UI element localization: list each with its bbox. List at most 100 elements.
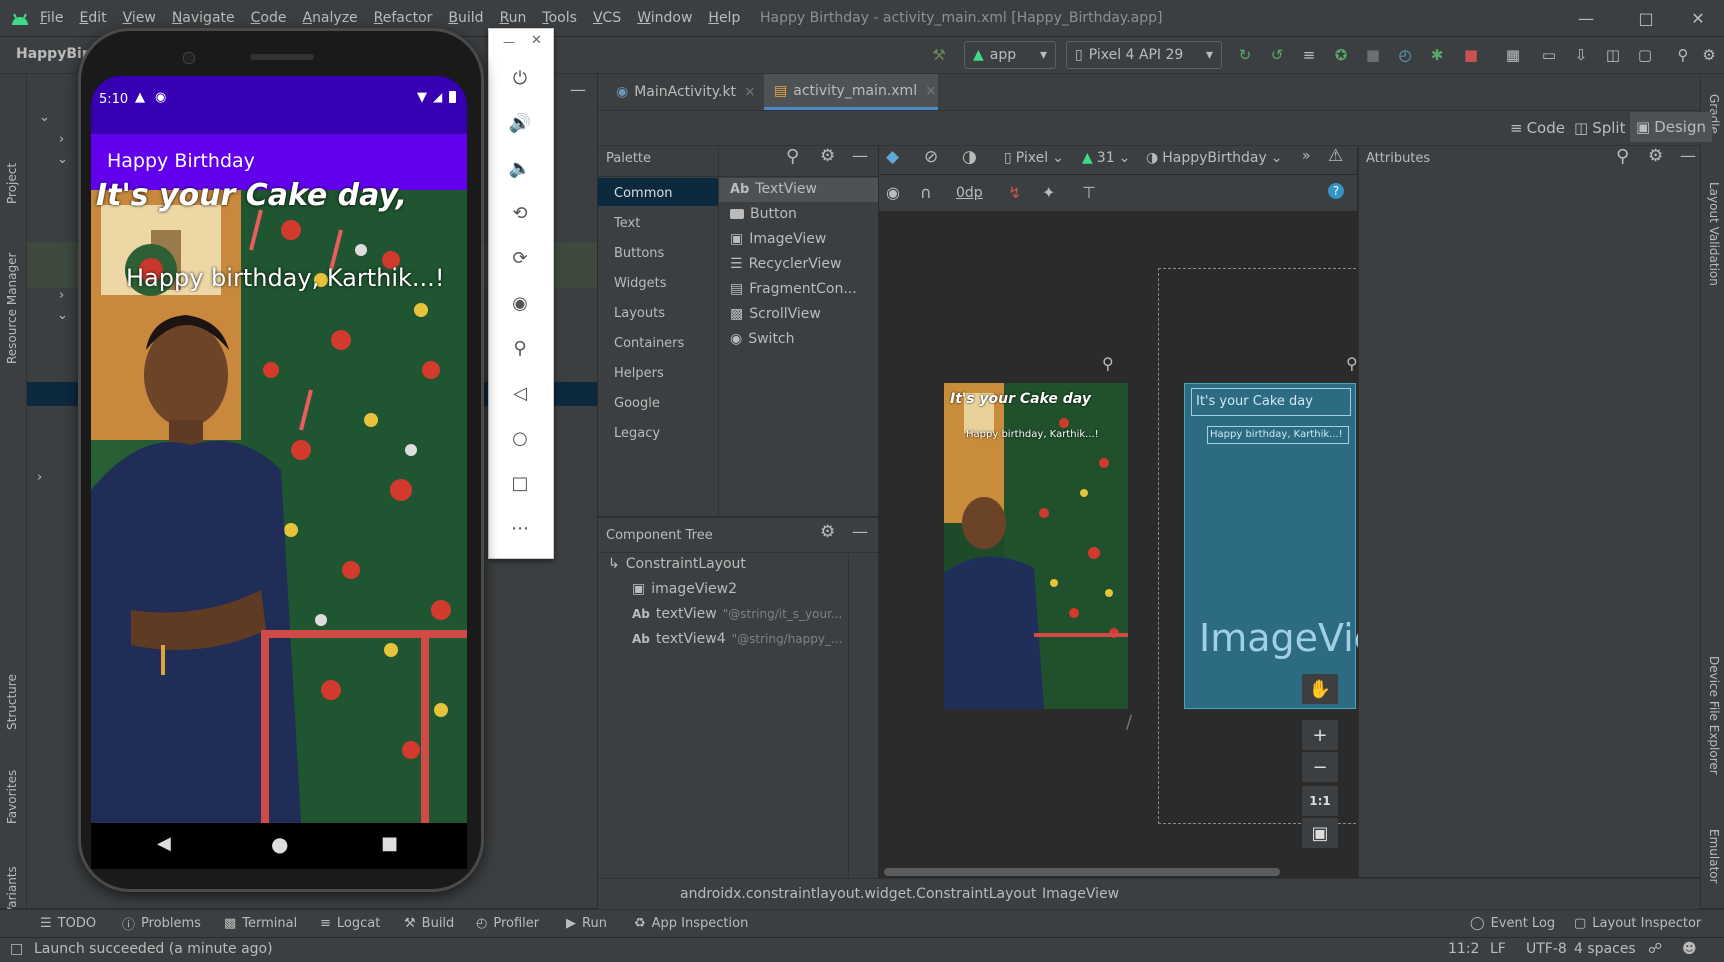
logcat-tool-button[interactable]: ≡ Logcat bbox=[320, 909, 380, 937]
rotate-right-icon[interactable]: ⟳ bbox=[506, 244, 534, 272]
search-icon[interactable]: ⚲ bbox=[1670, 42, 1696, 68]
menu-edit[interactable]: Edit bbox=[71, 0, 114, 36]
back-icon[interactable]: ◁ bbox=[506, 379, 534, 407]
app-inspection-tool-button[interactable]: ♻ App Inspection bbox=[634, 909, 748, 937]
layout-validation-tool-tab[interactable]: Layout Validation bbox=[1707, 182, 1721, 286]
more-options-icon[interactable]: ⋯ bbox=[506, 514, 534, 542]
resource-manager-tool-tab[interactable]: Resource Manager bbox=[5, 253, 19, 364]
run-config-select[interactable]: ▲ app ▾ bbox=[964, 41, 1056, 69]
indent-setting[interactable]: 4 spaces bbox=[1574, 937, 1636, 961]
gear-icon[interactable]: ⚙ bbox=[820, 146, 835, 166]
horizontal-scrollbar[interactable] bbox=[884, 868, 1280, 876]
tree-node-textview4[interactable]: Ab textView4 "@string/happy_... bbox=[632, 631, 842, 647]
code-mode-button[interactable]: ≡ Code bbox=[1510, 114, 1565, 142]
hide-icon[interactable]: — bbox=[852, 146, 868, 165]
chevron-down-icon[interactable]: ⌄ bbox=[39, 110, 50, 125]
palette-category-widgets[interactable]: Widgets bbox=[614, 276, 667, 291]
tab-activity-main[interactable]: ▤ activity_main.xml × bbox=[764, 74, 938, 110]
palette-item-imageview[interactable]: ▣ ImageView bbox=[730, 231, 826, 247]
settings-icon[interactable]: ⚙ bbox=[1696, 42, 1722, 68]
breadcrumb-leaf[interactable]: ImageView bbox=[1042, 886, 1119, 902]
chevron-right-icon[interactable]: › bbox=[37, 470, 42, 485]
chevron-right-icon[interactable]: › bbox=[59, 288, 64, 303]
caret-position[interactable]: 11:2 bbox=[1448, 937, 1479, 961]
tree-node-constraintlayout[interactable]: ↳ ConstraintLayout bbox=[608, 556, 746, 572]
project-tool-tab[interactable]: Project bbox=[5, 163, 19, 204]
palette-category-common[interactable]: Common bbox=[614, 186, 673, 201]
project-structure-icon[interactable]: ▦ bbox=[1500, 42, 1526, 68]
maximize-button[interactable]: □ bbox=[1620, 0, 1672, 36]
run-tool-button[interactable]: ▶ Run bbox=[566, 909, 607, 937]
hide-icon[interactable]: — bbox=[852, 522, 868, 541]
palette-item-switch[interactable]: ◉ Switch bbox=[730, 331, 795, 347]
more-icon[interactable]: » bbox=[1302, 148, 1311, 164]
stop-icon[interactable]: ■ bbox=[1458, 42, 1484, 68]
camera-icon[interactable]: ◉ bbox=[506, 289, 534, 317]
hide-icon[interactable]: — bbox=[1680, 146, 1696, 165]
night-mode-icon[interactable]: ◑ bbox=[962, 147, 977, 167]
zoom-icon[interactable]: ⚲ bbox=[506, 334, 534, 362]
zoom-in-button[interactable]: + bbox=[1302, 720, 1338, 750]
favorites-tool-tab[interactable]: Favorites bbox=[5, 770, 19, 824]
palette-item-button[interactable]: Button bbox=[730, 206, 797, 222]
terminal-tool-button[interactable]: ▩ Terminal bbox=[224, 909, 297, 937]
apply-code-changes-icon[interactable]: ≡ bbox=[1296, 42, 1322, 68]
volume-down-icon[interactable]: 🔈 bbox=[506, 154, 534, 182]
structure-tool-tab[interactable]: Structure bbox=[5, 674, 19, 730]
zoom-actual-size-button[interactable]: 1:1 bbox=[1302, 786, 1338, 816]
apply-changes-icon[interactable]: ↺ bbox=[1264, 42, 1290, 68]
rerun-icon[interactable]: ↻ bbox=[1232, 42, 1258, 68]
palette-category-legacy[interactable]: Legacy bbox=[614, 426, 660, 441]
status-panel-icon[interactable]: □ bbox=[10, 937, 23, 961]
palette-category-layouts[interactable]: Layouts bbox=[614, 306, 665, 321]
design-preview[interactable]: It's your Cake day Happy birthday, Karth… bbox=[944, 383, 1128, 709]
palette-category-text[interactable]: Text bbox=[614, 216, 640, 231]
menu-window[interactable]: Window bbox=[629, 0, 700, 36]
warning-icon[interactable]: ⚠ bbox=[1328, 146, 1343, 166]
split-mode-button[interactable]: ◫ Split bbox=[1574, 114, 1625, 142]
close-tab-icon[interactable]: × bbox=[925, 83, 937, 99]
blueprint-preview[interactable]: It's your Cake day Happy birthday, Karth… bbox=[1184, 383, 1377, 709]
search-icon[interactable]: ⚲ bbox=[786, 146, 799, 167]
sync-icon[interactable]: ▢ bbox=[1632, 42, 1658, 68]
line-separator[interactable]: LF bbox=[1490, 937, 1506, 961]
minimize-emulator-icon[interactable]: — bbox=[503, 35, 515, 49]
blueprint-subtitle-text[interactable]: Happy birthday, Karthik...! bbox=[1207, 426, 1349, 444]
volume-up-icon[interactable]: 🔊 bbox=[506, 109, 534, 137]
blueprint-title-text[interactable]: It's your Cake day bbox=[1191, 388, 1351, 416]
debug-icon[interactable]: ✪ bbox=[1328, 42, 1354, 68]
clear-constraints-icon[interactable]: ↯ bbox=[1008, 183, 1021, 202]
sdk-manager-icon[interactable]: ⇩ bbox=[1568, 42, 1594, 68]
home-icon[interactable]: ○ bbox=[506, 424, 534, 452]
zoom-fit-icon[interactable]: ▣ bbox=[1302, 818, 1338, 848]
zoom-out-button[interactable]: − bbox=[1302, 752, 1338, 782]
problems-tool-button[interactable]: ⓘ Problems bbox=[122, 909, 201, 937]
gear-icon[interactable]: ⚙ bbox=[820, 522, 835, 542]
device-select[interactable]: ▯ Pixel 4 API 29 ▾ bbox=[1066, 41, 1222, 69]
file-encoding[interactable]: UTF-8 bbox=[1526, 937, 1567, 961]
menu-vcs[interactable]: VCS bbox=[585, 0, 629, 36]
profiler-tool-button[interactable]: ◴ Profiler bbox=[476, 909, 539, 937]
nav-overview-icon[interactable]: ■ bbox=[381, 833, 398, 854]
chevron-down-icon[interactable]: ⌄ bbox=[57, 308, 68, 323]
power-icon[interactable]: ⏻ bbox=[506, 64, 534, 92]
palette-category-buttons[interactable]: Buttons bbox=[614, 246, 664, 261]
palette-item-fragmentcontainer[interactable]: ▤ FragmentCon... bbox=[730, 281, 857, 297]
attach-debugger-icon[interactable]: ■ bbox=[1360, 42, 1386, 68]
lock-icon[interactable]: ☍ bbox=[1648, 937, 1662, 961]
layout-inspector-tool-button[interactable]: ▢ Layout Inspector bbox=[1574, 909, 1701, 937]
palette-item-recyclerview[interactable]: ☰ RecyclerView bbox=[730, 256, 841, 272]
profile-icon[interactable]: ◴ bbox=[1392, 42, 1418, 68]
tree-node-imageview2[interactable]: ▣ imageView2 bbox=[632, 581, 737, 597]
default-margin-field[interactable]: 0dp bbox=[956, 185, 983, 201]
tab-mainactivity[interactable]: ◉ MainActivity.kt × bbox=[606, 74, 756, 110]
minimize-button[interactable]: — bbox=[1560, 0, 1612, 36]
attach-process-icon[interactable]: ✱ bbox=[1424, 42, 1450, 68]
menu-help[interactable]: Help bbox=[700, 0, 748, 36]
resize-handle-icon[interactable]: ∕ bbox=[1126, 712, 1132, 733]
make-project-icon[interactable]: ⚒ bbox=[926, 42, 952, 68]
search-icon[interactable]: ⚲ bbox=[1616, 146, 1629, 167]
rotate-left-icon[interactable]: ⟲ bbox=[506, 199, 534, 227]
pan-hand-icon[interactable]: ✋ bbox=[1302, 674, 1338, 704]
overview-icon[interactable]: □ bbox=[506, 469, 534, 497]
